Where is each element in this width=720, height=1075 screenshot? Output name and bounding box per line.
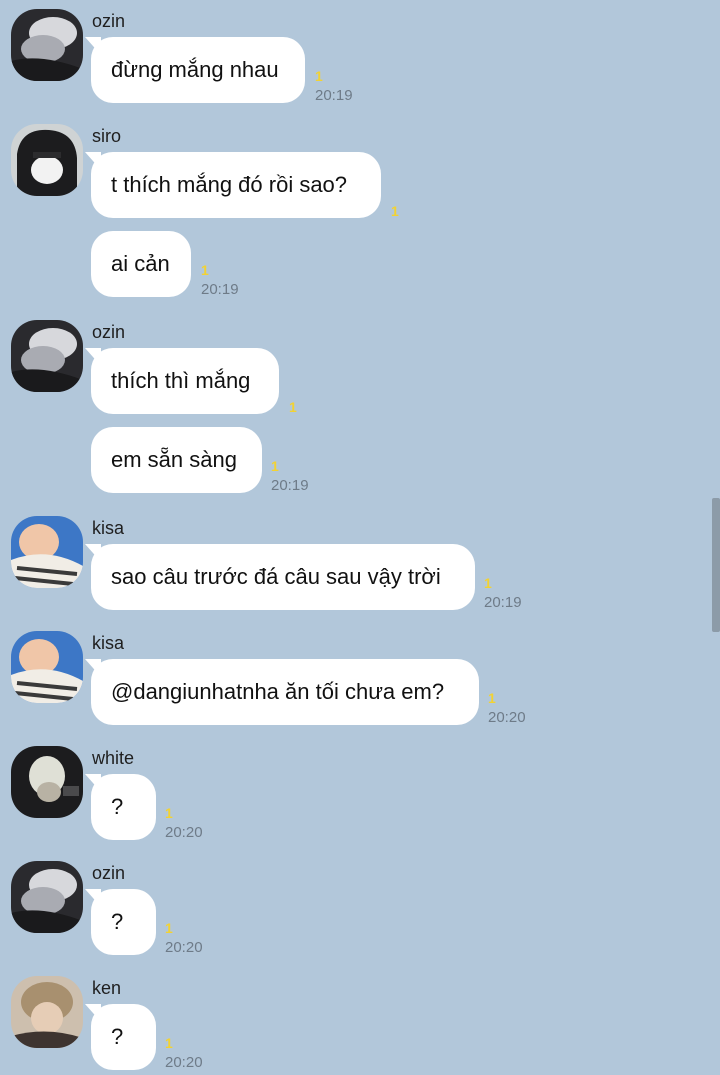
unread-count: 1: [391, 203, 399, 219]
sender-name: kisa: [92, 518, 125, 538]
message-bubble[interactable]: sao câu trước đá câu sau vậy trời: [85, 544, 475, 610]
message-bubble[interactable]: em sẵn sàng: [91, 427, 262, 493]
message-time: 20:20: [165, 824, 203, 841]
message-bubble[interactable]: ?: [85, 889, 156, 955]
siro-avatar-icon[interactable]: [11, 124, 83, 196]
kisa-avatar-icon[interactable]: [11, 631, 83, 703]
unread-count: 1: [201, 262, 209, 278]
unread-count: 1: [271, 458, 279, 474]
unread-count: 1: [315, 68, 323, 84]
message-bubble[interactable]: ?: [85, 1004, 156, 1070]
message-time: 20:19: [271, 477, 309, 494]
sender-name: white: [92, 748, 135, 768]
message-bubble[interactable]: thích thì mắng: [85, 348, 279, 414]
scrollbar-thumb[interactable]: [712, 498, 720, 632]
unread-count: 1: [488, 690, 496, 706]
message-time: 20:19: [201, 281, 239, 298]
ozin-avatar-icon[interactable]: [11, 320, 83, 392]
message-bubble[interactable]: đừng mắng nhau: [85, 37, 305, 103]
white-avatar-icon[interactable]: [11, 746, 83, 818]
message-bubble[interactable]: ?: [85, 774, 156, 840]
sender-name: ozin: [92, 863, 126, 883]
ozin-avatar-icon[interactable]: [11, 861, 83, 933]
message-time: 20:19: [484, 594, 522, 611]
message-time: 20:20: [165, 939, 203, 956]
message-time: 20:20: [488, 709, 526, 726]
unread-count: 1: [484, 575, 492, 591]
sender-name: ozin: [92, 322, 126, 342]
sender-name: kisa: [92, 633, 125, 653]
unread-count: 1: [165, 1035, 173, 1051]
message-time: 20:19: [315, 87, 353, 104]
message-bubble[interactable]: ai cản: [91, 231, 191, 297]
sender-name: ozin: [92, 11, 126, 31]
unread-count: 1: [289, 399, 297, 415]
message-bubble[interactable]: t thích mắng đó rồi sao?: [85, 152, 381, 218]
ozin-avatar-icon[interactable]: [11, 9, 83, 81]
ken-avatar-icon[interactable]: [11, 976, 83, 1048]
message-time: 20:20: [165, 1054, 203, 1071]
sender-name: ken: [92, 978, 122, 998]
unread-count: 1: [165, 920, 173, 936]
message-bubble[interactable]: @dangiunhatnha ăn tối chưa em?: [85, 659, 479, 725]
unread-count: 1: [165, 805, 173, 821]
kisa-avatar-icon[interactable]: [11, 516, 83, 588]
sender-name: siro: [92, 126, 122, 146]
